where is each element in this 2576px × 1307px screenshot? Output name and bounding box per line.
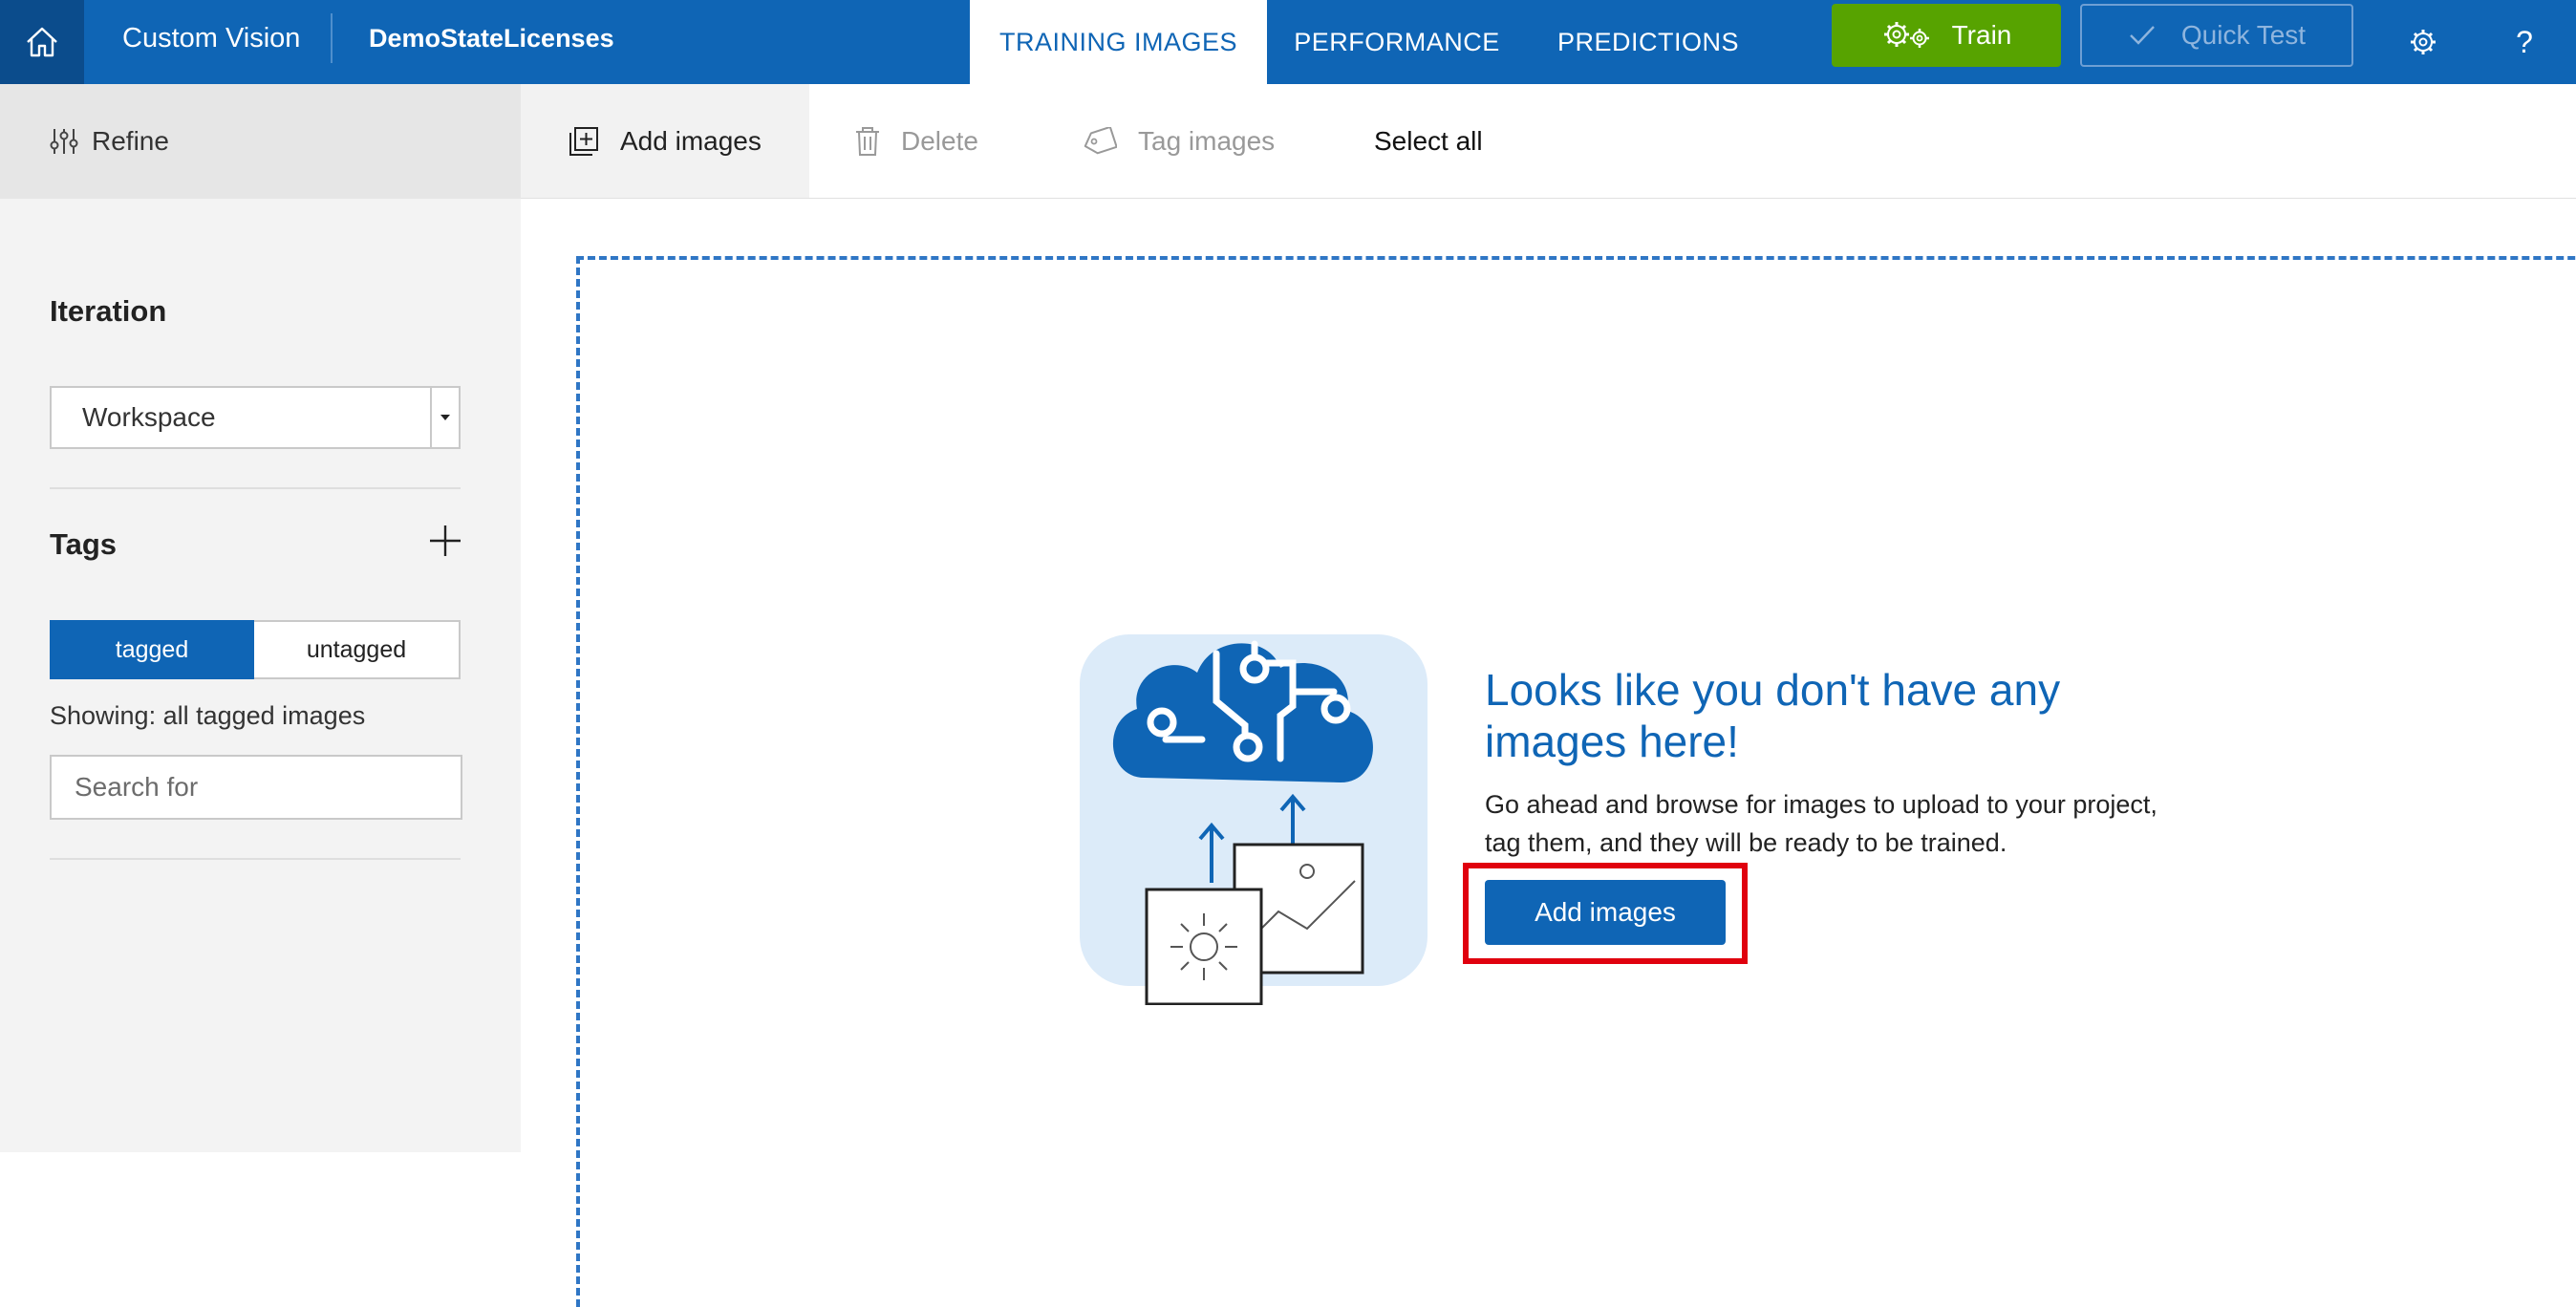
iteration-value: Workspace <box>82 402 216 432</box>
add-tag-button[interactable] <box>426 522 464 560</box>
gears-icon <box>1883 22 1929 48</box>
settings-button[interactable] <box>2400 15 2446 69</box>
add-image-icon <box>569 127 598 156</box>
trash-icon <box>856 127 879 156</box>
home-icon <box>27 27 57 57</box>
toolbar-divider <box>521 198 2576 199</box>
image-drop-zone[interactable] <box>576 256 2576 1307</box>
empty-state-title: Looks like you don't have any images her… <box>1485 665 2061 766</box>
add-images-toolbar-label: Add images <box>620 126 762 156</box>
top-bar: Custom Vision DemoStateLicenses TRAINING… <box>0 0 2576 84</box>
plus-icon <box>430 525 461 556</box>
app-name[interactable]: Custom Vision <box>122 0 300 76</box>
add-images-toolbar-button[interactable]: Add images <box>521 84 809 199</box>
tag-icon <box>1084 127 1117 155</box>
tab-training-images[interactable]: TRAINING IMAGES <box>970 0 1267 84</box>
sidebar-divider <box>50 858 461 860</box>
gear-icon <box>2411 30 2436 54</box>
home-button[interactable] <box>0 0 84 84</box>
tab-predictions[interactable]: PREDICTIONS <box>1527 0 1770 84</box>
empty-state-description: Go ahead and browse for images to upload… <box>1485 790 2157 857</box>
title-separator <box>331 13 333 63</box>
refine-label: Refine <box>92 126 169 156</box>
caret-down-icon <box>440 415 450 420</box>
quick-test-label: Quick Test <box>2180 20 2307 50</box>
tag-images-label: Tag images <box>1138 126 1276 156</box>
check-icon <box>2130 26 2155 45</box>
tags-heading: Tags <box>50 527 118 561</box>
delete-label: Delete <box>901 126 978 156</box>
tagged-filter-button[interactable]: tagged <box>50 620 254 679</box>
iteration-dropdown[interactable]: Workspace <box>50 386 461 449</box>
project-name[interactable]: DemoStateLicenses <box>369 0 614 76</box>
train-label: Train <box>1951 20 2012 50</box>
untagged-filter-button[interactable]: untagged <box>254 620 461 679</box>
quick-test-button[interactable]: Quick Test <box>2080 4 2353 67</box>
refine-button[interactable]: Refine <box>0 84 521 199</box>
upload-illustration <box>1080 634 1428 1005</box>
showing-text: Showing: all tagged images <box>50 701 366 730</box>
dropdown-arrow[interactable] <box>430 388 459 447</box>
train-button[interactable]: Train <box>1832 4 2061 67</box>
help-button[interactable]: ? <box>2501 15 2547 69</box>
iteration-heading: Iteration <box>50 294 167 328</box>
select-all-button[interactable]: Select all <box>1374 84 1483 199</box>
sidebar: Iteration Workspace Tags tagged untagged… <box>0 199 521 1152</box>
tag-images-button[interactable]: Tag images <box>1083 84 1275 199</box>
tab-performance[interactable]: PERFORMANCE <box>1267 0 1527 84</box>
select-all-label: Select all <box>1374 126 1483 156</box>
add-images-button[interactable]: Add images <box>1485 880 1726 945</box>
tag-search-input[interactable] <box>50 755 462 820</box>
filter-sliders-icon <box>50 129 78 154</box>
delete-button[interactable]: Delete <box>855 84 978 199</box>
sidebar-divider <box>50 487 461 489</box>
